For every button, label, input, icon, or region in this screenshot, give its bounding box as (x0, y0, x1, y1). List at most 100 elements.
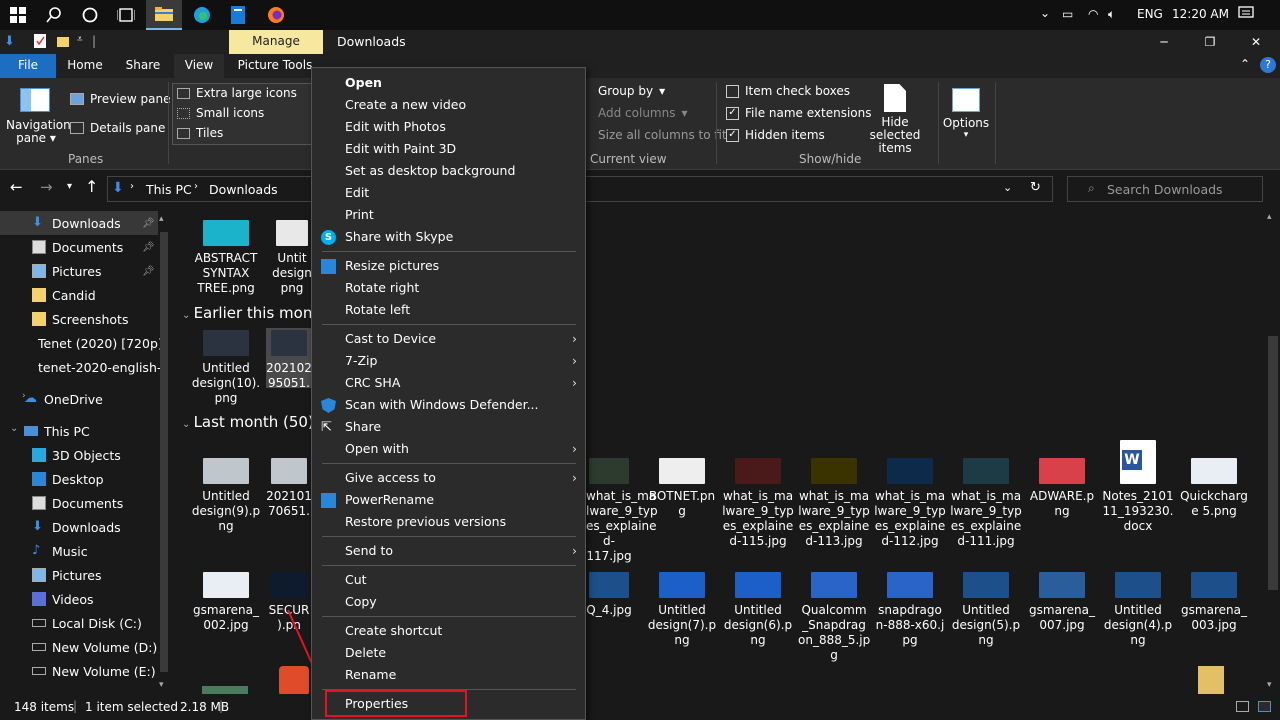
notification-icon[interactable] (1238, 5, 1254, 24)
menu-item-share[interactable]: ⇱ Share (312, 416, 585, 438)
menu-item-crc-sha[interactable]: CRC SHA › (312, 372, 585, 394)
file-item[interactable]: Untitled design(5).p ng (950, 572, 1022, 648)
tab-file[interactable]: File (0, 54, 56, 78)
breadcrumb-downloads[interactable]: Downloads (209, 182, 278, 197)
extra-large-icons-option[interactable]: Extra large icons (177, 86, 297, 100)
menu-item-give-access[interactable]: Give access to › (312, 467, 585, 489)
help-icon[interactable]: ? (1260, 57, 1276, 73)
up-arrow-icon[interactable]: ↑ (85, 177, 98, 196)
tab-picture-tools[interactable]: Picture Tools (232, 54, 318, 78)
nav-item-pictures[interactable]: Pictures (0, 563, 158, 587)
nav-item-music[interactable]: ♪ Music (0, 539, 158, 563)
file-name-extensions-checkbox[interactable]: ✓ File name extensions (726, 106, 872, 120)
tab-home[interactable]: Home (58, 54, 112, 78)
download-arrow-icon[interactable]: ⬇ (4, 34, 15, 49)
maximize-button[interactable]: ❐ (1187, 30, 1233, 54)
back-arrow-icon[interactable]: ← (10, 178, 23, 196)
menu-item-7zip[interactable]: 7-Zip › (312, 350, 585, 372)
menu-item-resize-pictures[interactable]: Resize pictures (312, 255, 585, 277)
menu-item-delete[interactable]: Delete (312, 642, 585, 664)
expand-chevron-icon[interactable]: › (22, 391, 26, 401)
nav-item-tenet-english[interactable]: tenet-2020-english- (0, 355, 161, 379)
wifi-icon[interactable]: ◠ (1088, 7, 1098, 21)
details-view-icon[interactable] (1236, 701, 1249, 712)
menu-item-scan-defender[interactable]: Scan with Windows Defender... (312, 394, 585, 416)
nav-item-candid[interactable]: Candid (0, 283, 158, 307)
nav-item-screenshots[interactable]: Screenshots (0, 307, 158, 331)
breadcrumb-this-pc[interactable]: This PC (146, 182, 192, 197)
collapse-chevron-icon[interactable]: ⌄ (10, 423, 18, 434)
nav-item-new-volume-d[interactable]: New Volume (D:) (0, 635, 158, 659)
tab-share[interactable]: Share (114, 54, 172, 78)
hide-selected-items-button[interactable]: Hide selected items (856, 84, 934, 155)
nav-item-tenet-720p[interactable]: Tenet (2020) [720p] (0, 331, 163, 355)
menu-item-edit-paint3d[interactable]: Edit with Paint 3D (312, 138, 585, 160)
group-by-button[interactable]: Group by ▾ (598, 84, 665, 98)
small-icons-option[interactable]: Small icons (177, 106, 264, 120)
menu-item-rotate-right[interactable]: Rotate right (312, 277, 585, 299)
task-view-button[interactable] (108, 0, 144, 30)
nav-item-downloads[interactable]: ⬇ Downloads (0, 515, 158, 539)
ribbon-collapse-icon[interactable]: ⌃ (1240, 57, 1250, 71)
properties-qat-icon[interactable] (34, 34, 46, 51)
file-item[interactable]: W Notes_2101 11_193230. docx (1102, 440, 1174, 534)
nav-item-pictures-quick[interactable]: Pictures 📌︎ (0, 259, 158, 283)
file-item[interactable]: what_is_ma lware_9_typ es_explaine d-113… (798, 458, 870, 549)
file-item[interactable]: Untitled design(9).p ng (190, 458, 262, 534)
file-item[interactable]: BOTNET.pn g (646, 458, 718, 519)
nav-item-documents[interactable]: Documents (0, 491, 158, 515)
content-scrollbar[interactable] (1268, 336, 1278, 590)
scroll-down-icon[interactable]: ▾ (159, 680, 164, 690)
file-item[interactable]: ABSTRACT SYNTAX TREE.png (190, 220, 262, 296)
group-header-last-month[interactable]: ⌄ Last month (50) (182, 413, 314, 431)
menu-item-powerrename[interactable]: PowerRename (312, 489, 585, 511)
menu-item-rename[interactable]: Rename (312, 664, 585, 686)
navigation-pane-button[interactable]: Navigation pane ▾ (6, 119, 71, 145)
file-item[interactable]: what_is_ma lware_9_typ es_explaine d-111… (950, 458, 1022, 549)
new-folder-qat-icon[interactable] (57, 35, 69, 50)
preview-pane-button[interactable]: Preview pane (70, 92, 170, 106)
file-item[interactable]: snapdrago n-888-x60.j pg (874, 572, 946, 648)
nav-item-this-pc[interactable]: This PC (0, 419, 158, 443)
menu-item-open-with[interactable]: Open with › (312, 438, 585, 460)
nav-item-3d-objects[interactable]: 3D Objects (0, 443, 158, 467)
menu-item-edit-photos[interactable]: Edit with Photos (312, 116, 585, 138)
manage-context-tab[interactable]: Manage (229, 30, 323, 54)
language-indicator[interactable]: ENG (1137, 7, 1163, 21)
nav-item-documents-quick[interactable]: Documents 📌︎ (0, 235, 158, 259)
file-item[interactable]: Untitled design(7).p ng (646, 572, 718, 648)
edge-taskbar-button[interactable] (184, 0, 220, 30)
add-columns-button[interactable]: Add columns ▾ (598, 106, 688, 120)
file-item[interactable]: Untitled design(4).p ng (1102, 572, 1174, 648)
file-item[interactable]: gsmarena_ 007.jpg (1026, 572, 1098, 633)
large-icons-view-icon[interactable] (1258, 701, 1271, 712)
tab-view[interactable]: View (174, 54, 224, 78)
search-taskbar-button[interactable] (36, 0, 72, 30)
file-item[interactable]: Untitled design(10). png (190, 330, 262, 406)
menu-item-create-shortcut[interactable]: Create shortcut (312, 620, 585, 642)
nav-item-new-volume-e[interactable]: New Volume (E:) (0, 659, 158, 683)
hidden-items-checkbox[interactable]: ✓ Hidden items (726, 128, 825, 142)
qat-dropdown-icon[interactable]: ⩡ (77, 34, 83, 45)
file-item[interactable]: gsmarena_ 002.jpg (190, 572, 262, 633)
recent-locations-icon[interactable]: ▾ (67, 181, 72, 192)
menu-item-copy[interactable]: Copy (312, 591, 585, 613)
file-item[interactable]: Quickcharg e 5.png (1178, 458, 1250, 519)
menu-item-open[interactable]: Open (312, 72, 585, 94)
nav-item-local-disk-c[interactable]: Local Disk (C:) (0, 611, 158, 635)
item-check-boxes-checkbox[interactable]: Item check boxes (726, 84, 850, 98)
minimize-button[interactable]: ─ (1141, 30, 1187, 54)
chevron-up-icon[interactable]: ⌄ (1040, 6, 1050, 20)
details-pane-button[interactable]: Details pane (70, 121, 165, 135)
file-item[interactable]: what_is_ma lware_9_typ es_explaine d-115… (722, 458, 794, 549)
menu-item-send-to[interactable]: Send to › (312, 540, 585, 562)
address-dropdown-icon[interactable]: ⌄ (1003, 181, 1012, 194)
menu-item-share-skype[interactable]: S Share with Skype (312, 226, 585, 248)
search-input[interactable]: ⌕ Search Downloads (1067, 176, 1263, 202)
menu-item-restore-versions[interactable]: Restore previous versions (312, 511, 585, 533)
group-header-earlier[interactable]: ⌄ Earlier this month (182, 304, 328, 322)
size-columns-button[interactable]: Size all columns to fit (598, 128, 727, 142)
menu-item-set-desktop-bg[interactable]: Set as desktop background (312, 160, 585, 182)
forward-arrow-icon[interactable]: → (40, 178, 53, 196)
pin-icon[interactable]: 📌︎ (142, 266, 155, 277)
